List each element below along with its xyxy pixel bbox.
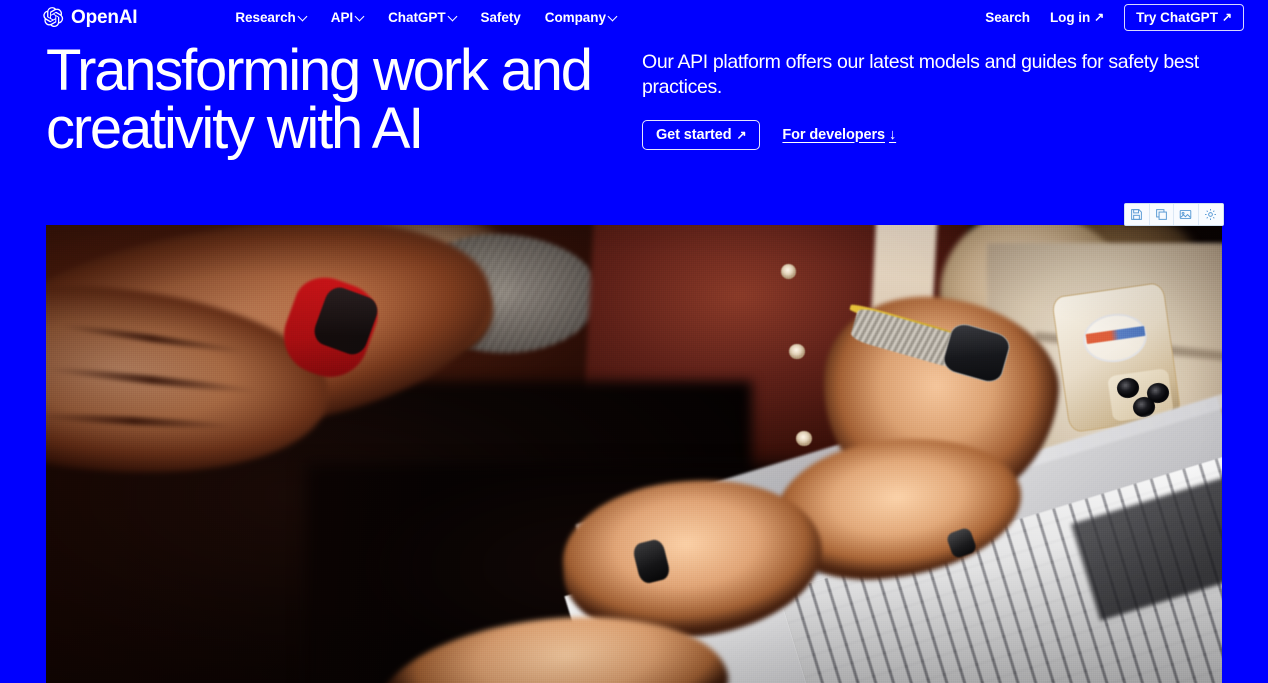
nav-label: Research	[235, 9, 296, 25]
copy-window-icon	[1155, 208, 1168, 221]
chevron-down-icon	[299, 12, 307, 20]
nav-item-research[interactable]: Research	[235, 10, 306, 25]
photo-shirt-button	[796, 431, 812, 446]
secondary-nav: Search Log in ↗ Try ChatGPT ↗	[985, 3, 1244, 31]
chevron-down-icon	[356, 12, 364, 20]
nav-item-api[interactable]: API	[331, 10, 364, 25]
nav-label: ChatGPT	[388, 9, 446, 25]
hero-image	[46, 225, 1222, 683]
page-root: OpenAI Research API ChatGPT Safety Compa…	[0, 0, 1268, 683]
arrow-up-right-icon: ↗	[1094, 10, 1105, 24]
chevron-down-icon	[449, 12, 457, 20]
arrow-down-icon: ↓	[888, 126, 897, 143]
gear-icon	[1204, 208, 1217, 221]
brand-logo-link[interactable]: OpenAI	[42, 6, 138, 28]
nav-label: Company	[544, 9, 606, 25]
toolbar-copy-button[interactable]	[1149, 204, 1174, 225]
site-navbar: OpenAI Research API ChatGPT Safety Compa…	[0, 0, 1268, 34]
nav-label: API	[330, 9, 354, 25]
try-chatgpt-button[interactable]: Try ChatGPT ↗	[1124, 3, 1244, 31]
nav-label: Safety	[480, 9, 521, 25]
primary-nav: Research API ChatGPT Safety Company	[235, 10, 617, 25]
search-label: Search	[985, 9, 1030, 25]
hero-aside-column: Our API platform offers our latest model…	[642, 42, 1222, 158]
search-link[interactable]: Search	[985, 10, 1030, 25]
hero-section: Transforming work and creativity with AI…	[0, 42, 1268, 158]
hero-text-column: Transforming work and creativity with AI	[46, 42, 642, 158]
toolbar-settings-button[interactable]	[1198, 204, 1223, 225]
login-link[interactable]: Log in ↗	[1050, 10, 1104, 25]
nav-item-chatgpt[interactable]: ChatGPT	[388, 10, 456, 25]
login-label: Log in	[1049, 9, 1091, 25]
extension-toolbar	[1124, 203, 1224, 226]
image-icon	[1179, 208, 1192, 221]
save-icon	[1130, 208, 1143, 221]
photo-shirt-button	[789, 344, 805, 359]
brand-name: OpenAI	[71, 6, 138, 28]
get-started-label: Get started	[656, 126, 732, 143]
toolbar-image-button[interactable]	[1174, 204, 1199, 225]
nav-item-company[interactable]: Company	[545, 10, 617, 25]
nav-item-safety[interactable]: Safety	[481, 10, 521, 25]
arrow-up-right-icon: ↗	[736, 127, 747, 142]
chevron-down-icon	[609, 12, 617, 20]
for-developers-link[interactable]: For developers ↓	[782, 127, 896, 143]
arrow-up-right-icon: ↗	[1221, 10, 1232, 24]
toolbar-save-button[interactable]	[1125, 204, 1150, 225]
hero-actions: Get started ↗ For developers ↓	[642, 119, 1222, 150]
hero-description: Our API platform offers our latest model…	[642, 51, 1199, 98]
photo-shirt-button	[781, 263, 797, 279]
cta-label: Try ChatGPT	[1136, 9, 1218, 25]
hero-photo-composition	[46, 225, 1222, 683]
openai-logo-icon	[42, 6, 64, 28]
page-title: Transforming work and creativity with AI	[46, 38, 593, 161]
for-developers-label: For developers	[782, 126, 885, 143]
get-started-button[interactable]: Get started ↗	[642, 119, 761, 150]
